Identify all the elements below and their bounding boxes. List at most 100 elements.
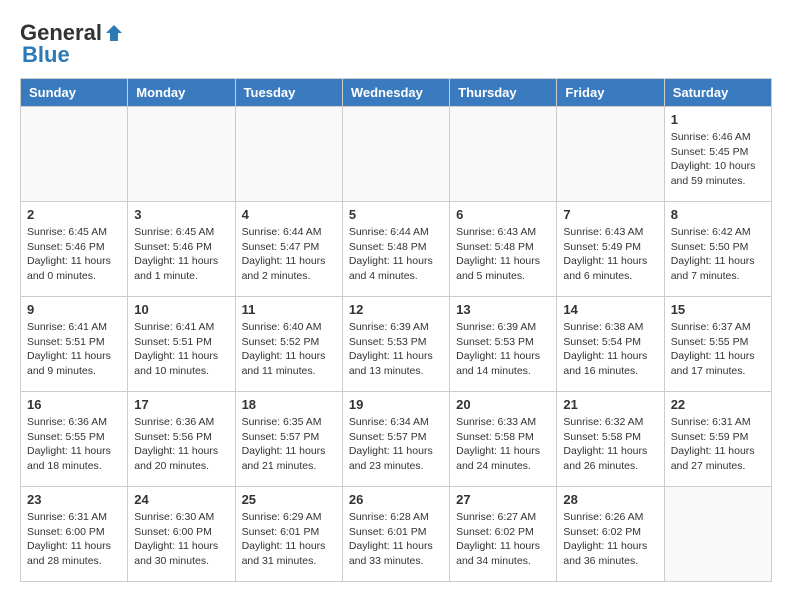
day-number: 9 [27, 302, 121, 317]
calendar-cell [450, 107, 557, 202]
day-number: 14 [563, 302, 657, 317]
day-number: 24 [134, 492, 228, 507]
week-row-2: 2 Sunrise: 6:45 AM Sunset: 5:46 PM Daylig… [21, 202, 772, 297]
cell-info: Sunrise: 6:45 AM Sunset: 5:46 PM Dayligh… [134, 225, 228, 284]
day-number: 3 [134, 207, 228, 222]
day-number: 21 [563, 397, 657, 412]
logo-icon [104, 23, 124, 43]
calendar-table: SundayMondayTuesdayWednesdayThursdayFrid… [20, 78, 772, 582]
weekday-header-friday: Friday [557, 79, 664, 107]
calendar-cell: 11 Sunrise: 6:40 AM Sunset: 5:52 PM Dayli… [235, 297, 342, 392]
calendar-cell: 17 Sunrise: 6:36 AM Sunset: 5:56 PM Dayli… [128, 392, 235, 487]
calendar-cell: 20 Sunrise: 6:33 AM Sunset: 5:58 PM Dayli… [450, 392, 557, 487]
day-number: 11 [242, 302, 336, 317]
cell-info: Sunrise: 6:39 AM Sunset: 5:53 PM Dayligh… [349, 320, 443, 379]
calendar-cell [342, 107, 449, 202]
cell-info: Sunrise: 6:31 AM Sunset: 5:59 PM Dayligh… [671, 415, 765, 474]
cell-info: Sunrise: 6:44 AM Sunset: 5:48 PM Dayligh… [349, 225, 443, 284]
cell-info: Sunrise: 6:29 AM Sunset: 6:01 PM Dayligh… [242, 510, 336, 569]
cell-info: Sunrise: 6:45 AM Sunset: 5:46 PM Dayligh… [27, 225, 121, 284]
calendar-cell: 1 Sunrise: 6:46 AM Sunset: 5:45 PM Daylig… [664, 107, 771, 202]
calendar-cell [235, 107, 342, 202]
weekday-header-tuesday: Tuesday [235, 79, 342, 107]
week-row-3: 9 Sunrise: 6:41 AM Sunset: 5:51 PM Daylig… [21, 297, 772, 392]
calendar-cell [664, 487, 771, 582]
cell-info: Sunrise: 6:39 AM Sunset: 5:53 PM Dayligh… [456, 320, 550, 379]
day-number: 17 [134, 397, 228, 412]
weekday-header-saturday: Saturday [664, 79, 771, 107]
cell-info: Sunrise: 6:33 AM Sunset: 5:58 PM Dayligh… [456, 415, 550, 474]
cell-info: Sunrise: 6:30 AM Sunset: 6:00 PM Dayligh… [134, 510, 228, 569]
weekday-header-wednesday: Wednesday [342, 79, 449, 107]
cell-info: Sunrise: 6:32 AM Sunset: 5:58 PM Dayligh… [563, 415, 657, 474]
day-number: 27 [456, 492, 550, 507]
cell-info: Sunrise: 6:37 AM Sunset: 5:55 PM Dayligh… [671, 320, 765, 379]
day-number: 22 [671, 397, 765, 412]
logo-blue-text: Blue [22, 42, 70, 68]
day-number: 7 [563, 207, 657, 222]
day-number: 5 [349, 207, 443, 222]
calendar-cell: 26 Sunrise: 6:28 AM Sunset: 6:01 PM Dayli… [342, 487, 449, 582]
day-number: 4 [242, 207, 336, 222]
weekday-header-row: SundayMondayTuesdayWednesdayThursdayFrid… [21, 79, 772, 107]
logo: General Blue [20, 20, 124, 68]
cell-info: Sunrise: 6:46 AM Sunset: 5:45 PM Dayligh… [671, 130, 765, 189]
day-number: 26 [349, 492, 443, 507]
day-number: 18 [242, 397, 336, 412]
day-number: 19 [349, 397, 443, 412]
cell-info: Sunrise: 6:42 AM Sunset: 5:50 PM Dayligh… [671, 225, 765, 284]
calendar-cell: 25 Sunrise: 6:29 AM Sunset: 6:01 PM Dayli… [235, 487, 342, 582]
cell-info: Sunrise: 6:41 AM Sunset: 5:51 PM Dayligh… [27, 320, 121, 379]
calendar-cell: 21 Sunrise: 6:32 AM Sunset: 5:58 PM Dayli… [557, 392, 664, 487]
calendar-cell: 16 Sunrise: 6:36 AM Sunset: 5:55 PM Dayli… [21, 392, 128, 487]
calendar-cell: 10 Sunrise: 6:41 AM Sunset: 5:51 PM Dayli… [128, 297, 235, 392]
cell-info: Sunrise: 6:44 AM Sunset: 5:47 PM Dayligh… [242, 225, 336, 284]
calendar-cell: 27 Sunrise: 6:27 AM Sunset: 6:02 PM Dayli… [450, 487, 557, 582]
weekday-header-sunday: Sunday [21, 79, 128, 107]
day-number: 28 [563, 492, 657, 507]
cell-info: Sunrise: 6:31 AM Sunset: 6:00 PM Dayligh… [27, 510, 121, 569]
weekday-header-monday: Monday [128, 79, 235, 107]
calendar-cell: 2 Sunrise: 6:45 AM Sunset: 5:46 PM Daylig… [21, 202, 128, 297]
calendar-cell: 12 Sunrise: 6:39 AM Sunset: 5:53 PM Dayli… [342, 297, 449, 392]
day-number: 20 [456, 397, 550, 412]
calendar-cell: 15 Sunrise: 6:37 AM Sunset: 5:55 PM Dayli… [664, 297, 771, 392]
calendar-cell: 18 Sunrise: 6:35 AM Sunset: 5:57 PM Dayli… [235, 392, 342, 487]
day-number: 13 [456, 302, 550, 317]
cell-info: Sunrise: 6:36 AM Sunset: 5:56 PM Dayligh… [134, 415, 228, 474]
calendar-cell: 13 Sunrise: 6:39 AM Sunset: 5:53 PM Dayli… [450, 297, 557, 392]
day-number: 12 [349, 302, 443, 317]
calendar-cell: 7 Sunrise: 6:43 AM Sunset: 5:49 PM Daylig… [557, 202, 664, 297]
cell-info: Sunrise: 6:38 AM Sunset: 5:54 PM Dayligh… [563, 320, 657, 379]
day-number: 10 [134, 302, 228, 317]
day-number: 2 [27, 207, 121, 222]
day-number: 1 [671, 112, 765, 127]
calendar-cell: 24 Sunrise: 6:30 AM Sunset: 6:00 PM Dayli… [128, 487, 235, 582]
calendar-cell [557, 107, 664, 202]
calendar-cell: 22 Sunrise: 6:31 AM Sunset: 5:59 PM Dayli… [664, 392, 771, 487]
cell-info: Sunrise: 6:34 AM Sunset: 5:57 PM Dayligh… [349, 415, 443, 474]
week-row-1: 1 Sunrise: 6:46 AM Sunset: 5:45 PM Daylig… [21, 107, 772, 202]
header: General Blue [20, 20, 772, 68]
cell-info: Sunrise: 6:26 AM Sunset: 6:02 PM Dayligh… [563, 510, 657, 569]
cell-info: Sunrise: 6:40 AM Sunset: 5:52 PM Dayligh… [242, 320, 336, 379]
day-number: 25 [242, 492, 336, 507]
calendar-cell: 9 Sunrise: 6:41 AM Sunset: 5:51 PM Daylig… [21, 297, 128, 392]
cell-info: Sunrise: 6:27 AM Sunset: 6:02 PM Dayligh… [456, 510, 550, 569]
cell-info: Sunrise: 6:43 AM Sunset: 5:49 PM Dayligh… [563, 225, 657, 284]
day-number: 6 [456, 207, 550, 222]
calendar-cell [128, 107, 235, 202]
weekday-header-thursday: Thursday [450, 79, 557, 107]
calendar-cell: 5 Sunrise: 6:44 AM Sunset: 5:48 PM Daylig… [342, 202, 449, 297]
day-number: 15 [671, 302, 765, 317]
cell-info: Sunrise: 6:36 AM Sunset: 5:55 PM Dayligh… [27, 415, 121, 474]
day-number: 16 [27, 397, 121, 412]
cell-info: Sunrise: 6:43 AM Sunset: 5:48 PM Dayligh… [456, 225, 550, 284]
day-number: 8 [671, 207, 765, 222]
calendar-cell: 3 Sunrise: 6:45 AM Sunset: 5:46 PM Daylig… [128, 202, 235, 297]
calendar-cell [21, 107, 128, 202]
calendar-cell: 14 Sunrise: 6:38 AM Sunset: 5:54 PM Dayli… [557, 297, 664, 392]
cell-info: Sunrise: 6:41 AM Sunset: 5:51 PM Dayligh… [134, 320, 228, 379]
cell-info: Sunrise: 6:28 AM Sunset: 6:01 PM Dayligh… [349, 510, 443, 569]
cell-info: Sunrise: 6:35 AM Sunset: 5:57 PM Dayligh… [242, 415, 336, 474]
